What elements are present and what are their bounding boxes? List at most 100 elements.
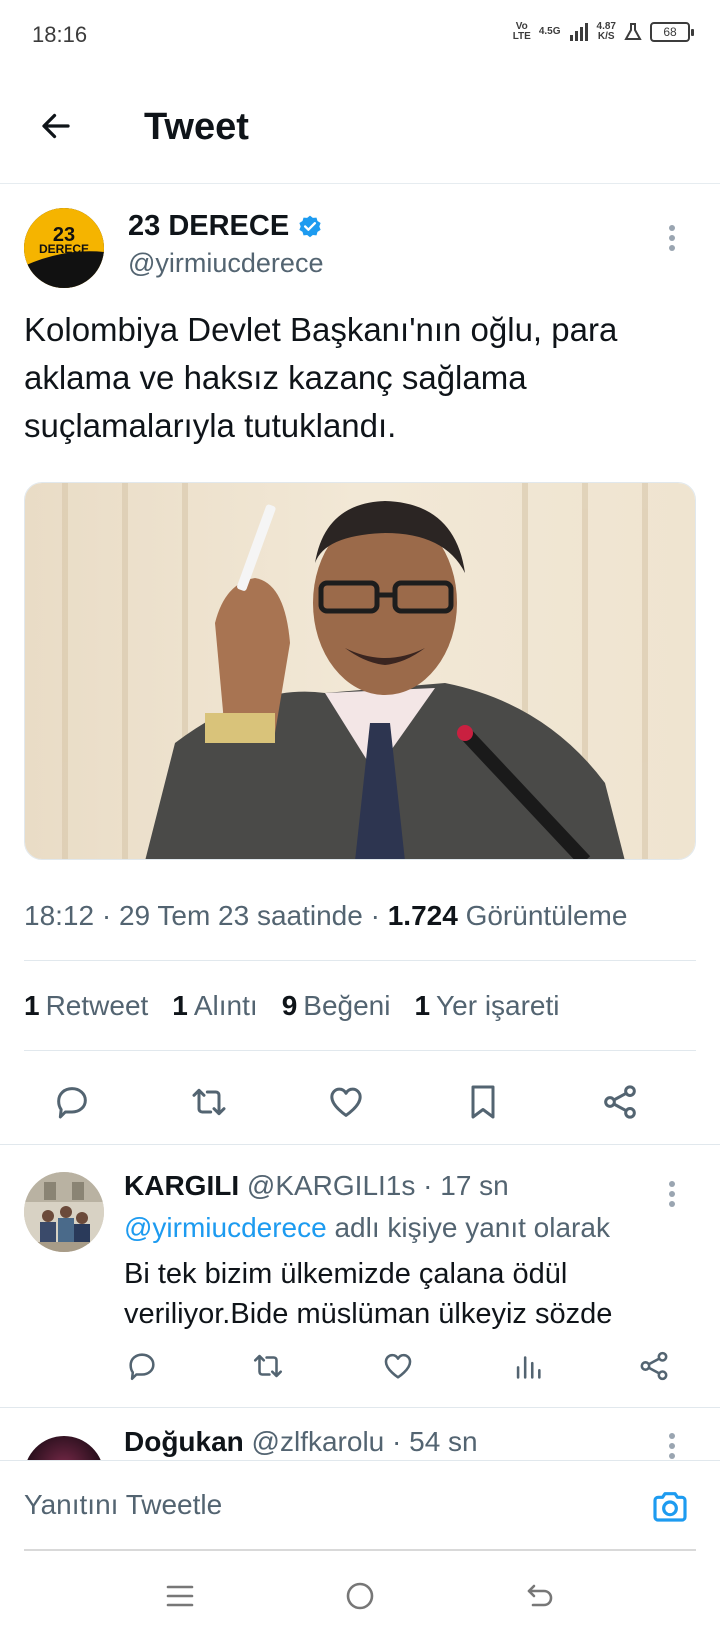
engagement-stats: 1 Retweet 1 Alıntı 9 Beğeni 1 Yer işareti bbox=[24, 990, 560, 1022]
mention-link[interactable]: @yirmiucderece bbox=[124, 1212, 327, 1243]
replying-to-suffix: adlı kişiye yanıt olarak bbox=[326, 1212, 610, 1243]
reply-button[interactable] bbox=[44, 1074, 100, 1130]
author-handle[interactable]: @yirmiucderece bbox=[128, 248, 323, 279]
battery-icon: 68 bbox=[650, 22, 694, 42]
bookmark-button[interactable] bbox=[455, 1074, 511, 1130]
stat-label: Alıntı bbox=[193, 990, 258, 1021]
analytics-icon bbox=[516, 1356, 541, 1379]
tweet-text: Kolombiya Devlet Başkanı'nın oğlu, para … bbox=[24, 311, 618, 444]
arrow-left-icon bbox=[42, 113, 70, 139]
avatar-text-bottom: DERECE bbox=[39, 242, 89, 256]
divider bbox=[0, 1144, 720, 1145]
more-vertical-icon bbox=[669, 1181, 675, 1207]
system-navigation-bar bbox=[0, 1552, 720, 1640]
flask-icon bbox=[624, 23, 642, 40]
reply-header: Doğukan @zlfkarolu · 54 sn bbox=[124, 1426, 478, 1458]
more-options-button[interactable] bbox=[668, 1180, 676, 1213]
volte-bottom: LTE bbox=[512, 31, 531, 42]
retweet-button[interactable] bbox=[181, 1074, 237, 1130]
retweet-icon bbox=[253, 1354, 283, 1378]
share-button[interactable] bbox=[592, 1074, 648, 1130]
stat-count: 9 bbox=[281, 990, 298, 1021]
avatar[interactable]: 23 DERECE bbox=[24, 208, 104, 288]
stat-label: Yer işareti bbox=[436, 990, 560, 1021]
reply-author-name[interactable]: KARGILI bbox=[124, 1170, 239, 1201]
volte-indicator: Vo LTE bbox=[513, 22, 531, 42]
comment-icon bbox=[57, 1087, 87, 1119]
stat-label: Retweet bbox=[45, 990, 149, 1021]
stat-retweets[interactable]: 1 Retweet bbox=[24, 990, 148, 1022]
stat-count: 1 bbox=[24, 990, 40, 1021]
reply-author-handle: @zlfkarolu · 54 sn bbox=[243, 1426, 478, 1457]
avatar-photo bbox=[24, 1172, 104, 1252]
reply-compose-bar: Yanıtını Tweetle bbox=[0, 1460, 720, 1552]
signal-icon bbox=[569, 23, 588, 41]
stat-likes[interactable]: 9 Beğeni bbox=[282, 990, 391, 1022]
reply-author-handle: @KARGILI1s · 17 sn bbox=[239, 1170, 509, 1201]
avatar[interactable] bbox=[24, 1172, 104, 1252]
reply-tweet[interactable]: KARGILI @KARGILI1s · 17 sn @yirmiucderec… bbox=[0, 1146, 720, 1408]
camera-button[interactable] bbox=[646, 1483, 694, 1531]
reply-actions bbox=[0, 1342, 720, 1390]
reply-button[interactable] bbox=[118, 1342, 166, 1390]
stat-label: Beğeni bbox=[303, 990, 391, 1021]
tweet-actions bbox=[0, 1074, 720, 1130]
reply-author-name[interactable]: Doğukan bbox=[124, 1426, 244, 1457]
nav-home-button[interactable] bbox=[336, 1576, 384, 1616]
analytics-button[interactable] bbox=[504, 1342, 552, 1390]
more-options-button[interactable] bbox=[668, 224, 676, 257]
heart-icon bbox=[384, 1353, 412, 1379]
share-button[interactable] bbox=[630, 1342, 678, 1390]
tweet-photo bbox=[25, 483, 695, 859]
tweet-timestamp: 18:12 · 29 Tem 23 saatinde · bbox=[24, 900, 388, 931]
views-label: Görüntüleme bbox=[457, 900, 628, 931]
share-icon bbox=[640, 1351, 668, 1381]
nav-menu-button[interactable] bbox=[156, 1576, 204, 1616]
stat-count: 1 bbox=[172, 990, 188, 1021]
nav-back-button[interactable] bbox=[516, 1576, 564, 1616]
more-vertical-icon bbox=[669, 225, 675, 251]
battery-level: 68 bbox=[663, 25, 677, 39]
more-options-button[interactable] bbox=[668, 1432, 676, 1460]
reply-tweet[interactable]: Doğukan @zlfkarolu · 54 sn bbox=[0, 1408, 720, 1460]
retweet-icon bbox=[192, 1088, 226, 1116]
like-button[interactable] bbox=[374, 1342, 422, 1390]
speed-indicator: 4.87 K/S bbox=[597, 22, 616, 42]
heart-icon bbox=[330, 1087, 362, 1117]
reply-header: KARGILI @KARGILI1s · 17 sn bbox=[124, 1170, 509, 1202]
status-time: 18:16 bbox=[32, 22, 88, 47]
back-button[interactable] bbox=[32, 102, 80, 150]
bookmark-icon bbox=[471, 1085, 495, 1119]
like-button[interactable] bbox=[318, 1074, 374, 1130]
stat-bookmarks[interactable]: 1 Yer işareti bbox=[414, 990, 559, 1022]
more-vertical-icon bbox=[669, 1433, 675, 1459]
tweet-image[interactable] bbox=[24, 482, 696, 860]
menu-icon bbox=[166, 1585, 194, 1607]
views-count: 1.724 bbox=[387, 900, 458, 931]
verified-badge-icon bbox=[299, 215, 321, 237]
comment-icon bbox=[129, 1353, 155, 1381]
home-circle-icon bbox=[346, 1582, 374, 1610]
replying-to: @yirmiucderece adlı kişiye yanıt olarak bbox=[124, 1212, 610, 1244]
back-arrow-icon bbox=[527, 1584, 553, 1607]
share-icon bbox=[604, 1085, 636, 1119]
divider bbox=[24, 1050, 696, 1051]
author-name-text: 23 DERECE bbox=[128, 210, 290, 242]
avatar[interactable] bbox=[24, 1436, 104, 1460]
divider bbox=[24, 960, 696, 961]
retweet-button[interactable] bbox=[244, 1342, 292, 1390]
page-title: Tweet bbox=[144, 106, 249, 148]
status-icons: Vo LTE 4.5G 4.87 K/S 68 bbox=[513, 22, 694, 42]
camera-icon bbox=[653, 1492, 687, 1522]
speed-unit: K/S bbox=[597, 31, 615, 42]
top-app-bar: Tweet bbox=[0, 72, 720, 184]
reply-input[interactable]: Yanıtını Tweetle bbox=[24, 1489, 222, 1521]
reply-text: Bi tek bizim ülkemizde çalana ödül veril… bbox=[124, 1258, 613, 1330]
stat-quotes[interactable]: 1 Alıntı bbox=[172, 990, 257, 1022]
network-type: 4.5G bbox=[538, 26, 561, 37]
tweet-meta: 18:12 · 29 Tem 23 saatinde · 1.724 Görün… bbox=[24, 900, 627, 932]
author-name[interactable]: 23 DERECE bbox=[128, 210, 323, 243]
avatar-logo: 23 DERECE bbox=[24, 208, 104, 288]
input-underline bbox=[24, 1549, 696, 1551]
stat-count: 1 bbox=[414, 990, 431, 1021]
